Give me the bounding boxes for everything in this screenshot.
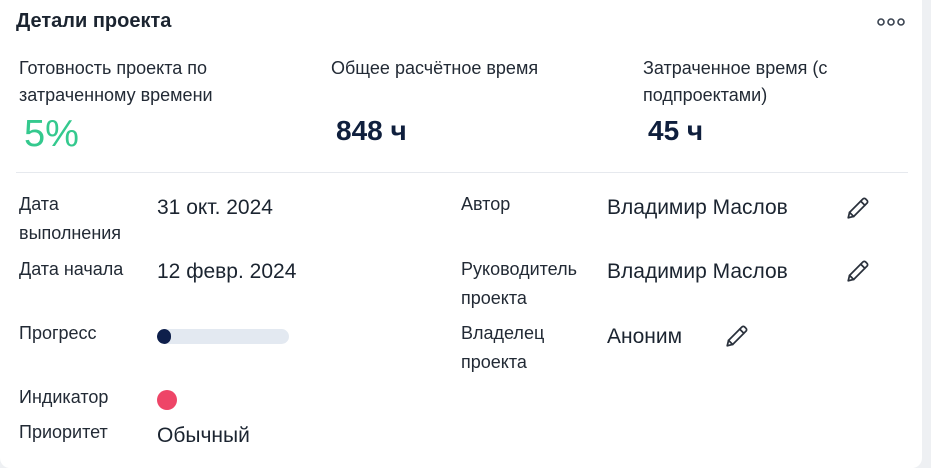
metric-spent-time: Затраченное время (с подпроектами) 45 ч <box>643 55 931 146</box>
metric-readiness-label: Готовность проекта по затраченному време… <box>19 58 213 105</box>
metric-estimated-time-value: 848 ч <box>336 115 407 146</box>
author-label: Автор <box>461 194 511 214</box>
metric-spent-time-value: 45 ч <box>648 115 704 146</box>
owner-label: Владелец проекта <box>461 323 545 372</box>
metric-readiness-value: 5% <box>24 113 79 155</box>
edit-manager-pencil-icon[interactable] <box>845 258 871 284</box>
progress-bar <box>157 329 289 344</box>
author-value: Владимир Маслов <box>607 196 788 219</box>
indicator-dot <box>157 390 177 410</box>
owner-value: Аноним <box>607 325 683 348</box>
manager-label: Руководитель проекта <box>461 259 577 308</box>
priority-value: Обычный <box>157 424 250 447</box>
metric-readiness: Готовность проекта по затраченному време… <box>19 55 309 155</box>
manager-value: Владимир Маслов <box>607 260 788 283</box>
metric-spent-time-label: Затраченное время (с подпроектами) <box>643 58 828 105</box>
due-date-value: 31 окт. 2024 <box>157 196 273 219</box>
start-date-value: 12 февр. 2024 <box>157 260 297 283</box>
divider <box>16 172 908 173</box>
indicator-label: Индикатор <box>19 387 109 407</box>
project-details-card: Детали проекта Готовность проекта по зат… <box>0 0 922 468</box>
edit-author-pencil-icon[interactable] <box>845 195 871 221</box>
card-title: Детали проекта <box>16 10 172 32</box>
progress-label: Прогресс <box>19 323 97 343</box>
start-date-label: Дата начала <box>19 259 124 279</box>
metric-estimated-time-label: Общее расчётное время <box>331 58 539 78</box>
metric-estimated-time: Общее расчётное время 848 ч <box>331 55 621 146</box>
progress-bar-fill <box>157 329 171 344</box>
priority-label: Приоритет <box>19 422 108 442</box>
card-header: Детали проекта <box>16 8 906 36</box>
edit-owner-pencil-icon[interactable] <box>724 323 750 349</box>
more-options-icon[interactable] <box>876 10 906 34</box>
due-date-label: Дата выполнения <box>19 194 122 243</box>
